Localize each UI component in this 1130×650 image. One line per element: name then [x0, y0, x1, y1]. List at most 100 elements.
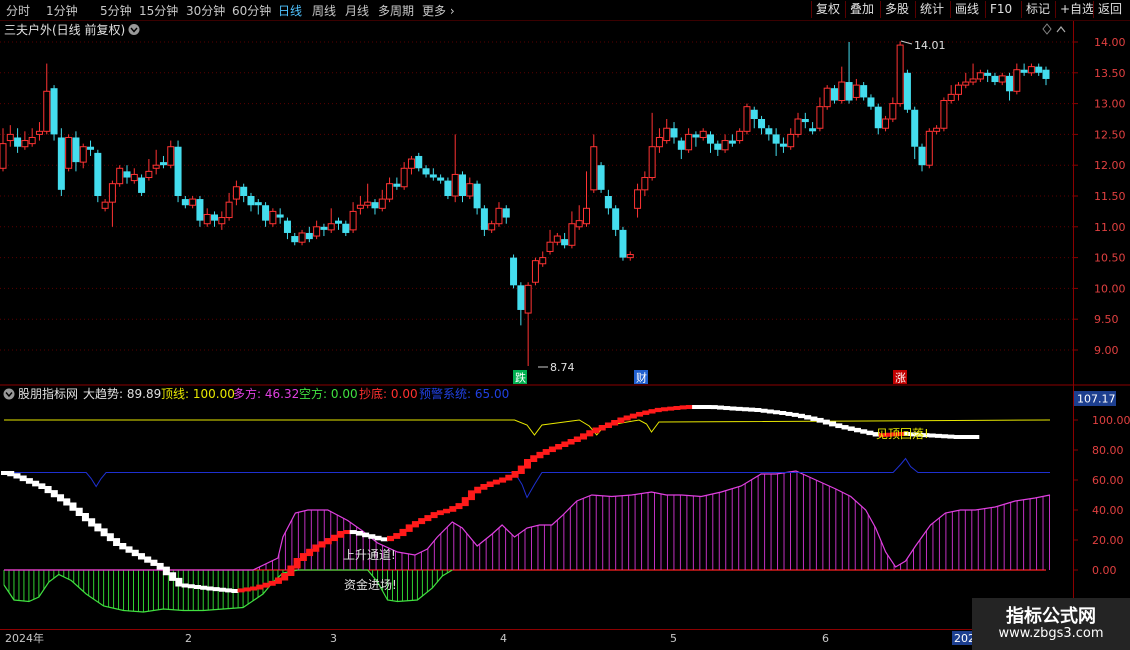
price-tick-label: 10.00 [1094, 282, 1126, 295]
candle-body [262, 205, 270, 221]
candle-body [809, 128, 817, 132]
price-tick-label: 14.00 [1094, 36, 1126, 49]
candle-body [655, 136, 663, 148]
trend-segment [548, 446, 556, 453]
trend-segment [785, 411, 793, 416]
diamond-icon[interactable] [1042, 23, 1052, 35]
candle-body [582, 207, 590, 225]
price-tick-label: 9.00 [1094, 344, 1119, 357]
trend-segment [69, 502, 77, 511]
candle-body [6, 133, 14, 142]
candle-body [1027, 66, 1035, 74]
candle-body [882, 118, 890, 129]
trend-segment [804, 415, 812, 420]
trend-segment [667, 406, 675, 411]
candle-body [422, 168, 430, 175]
candle-body [72, 137, 80, 163]
indicator-tick-label: 80.00 [1092, 444, 1124, 457]
trend-segment [355, 531, 363, 536]
trend-segment [194, 585, 202, 589]
trend-segment [729, 406, 737, 411]
trend-segment [766, 409, 774, 414]
candle-body [911, 109, 919, 147]
candle-body [203, 213, 211, 225]
candle-body [378, 198, 386, 209]
candle-body [1020, 69, 1028, 73]
trend-segment [829, 421, 837, 427]
trend-segment [162, 566, 170, 576]
candle-body [823, 87, 831, 108]
trend-segment [175, 577, 183, 587]
price-tick-label: 12.00 [1094, 159, 1126, 172]
candle-body [947, 93, 955, 102]
trend-segment [779, 411, 787, 415]
trend-segment [424, 515, 432, 522]
candle-body [750, 109, 758, 119]
candle-body [801, 119, 809, 123]
trend-segment [206, 586, 214, 591]
candle-body [371, 202, 379, 209]
trend-segment [611, 420, 619, 426]
candle-body [349, 210, 357, 231]
candle-body [502, 208, 510, 218]
trend-segment [754, 408, 762, 412]
watermark-title: 指标公式网 [1006, 606, 1096, 627]
trend-segment [324, 538, 332, 545]
trend-segment [791, 412, 799, 417]
stock-chart[interactable]: 14.00 13.50 13.00 12.50 12.00 11.50 11.00 10.50… [0, 0, 1130, 650]
trend-segment [717, 405, 725, 410]
candle-body [247, 196, 255, 206]
candle-body [327, 223, 335, 231]
candle-body [619, 229, 627, 258]
trend-segment [156, 562, 164, 570]
trend-segment [710, 405, 718, 410]
candle-body [400, 167, 408, 188]
candle-body [342, 223, 350, 233]
candle-body [991, 75, 999, 83]
trend-segment [250, 586, 258, 591]
candle-body [699, 130, 707, 138]
candle-body [211, 214, 219, 221]
indicator-dropdown-icon[interactable] [3, 388, 15, 400]
date-label-may: 5 [670, 632, 677, 645]
candle-body [57, 137, 65, 190]
trend-segment [947, 434, 955, 439]
candle-body [364, 201, 372, 206]
candle-body [772, 134, 780, 144]
title-dropdown-icon[interactable] [128, 24, 140, 35]
candle-body [845, 82, 853, 101]
candle-body [393, 183, 401, 187]
trend-segment [131, 549, 139, 557]
param-top-value: 100.00 [193, 387, 235, 401]
candle-body [320, 226, 328, 230]
candle-body [736, 130, 744, 142]
candle-body [962, 81, 970, 86]
price-tick-label: 12.50 [1094, 128, 1126, 141]
trend-segment [63, 498, 71, 506]
candle-body [473, 183, 481, 209]
trend-segment [698, 405, 706, 409]
candle-body [181, 199, 189, 206]
trend-segment [567, 439, 575, 445]
candle-body [1035, 66, 1043, 73]
trend-segment [237, 588, 245, 593]
event-marker-rise-label: 涨 [895, 372, 906, 385]
candle-body [553, 235, 561, 243]
candle-body [1006, 75, 1014, 92]
param-top-name: 顶线 [161, 387, 185, 401]
collapse-chevron-icon[interactable] [1056, 26, 1066, 33]
candle-body [714, 143, 722, 150]
candle-body [0, 143, 7, 169]
candle-body [510, 257, 518, 286]
candle-body [145, 170, 153, 179]
price-axis: 14.00 13.50 13.00 12.50 12.00 11.50 11.00 10.50… [1073, 36, 1126, 357]
trend-segment [629, 413, 637, 419]
trend-segment [847, 426, 855, 431]
trend-segment [586, 430, 594, 437]
trend-segment [573, 436, 581, 442]
trend-segment [262, 582, 270, 588]
indicator-name: 股朋指标网 [18, 386, 78, 401]
trend-segment [256, 584, 264, 590]
trend-segment [741, 407, 749, 412]
trend-segment [735, 406, 743, 411]
